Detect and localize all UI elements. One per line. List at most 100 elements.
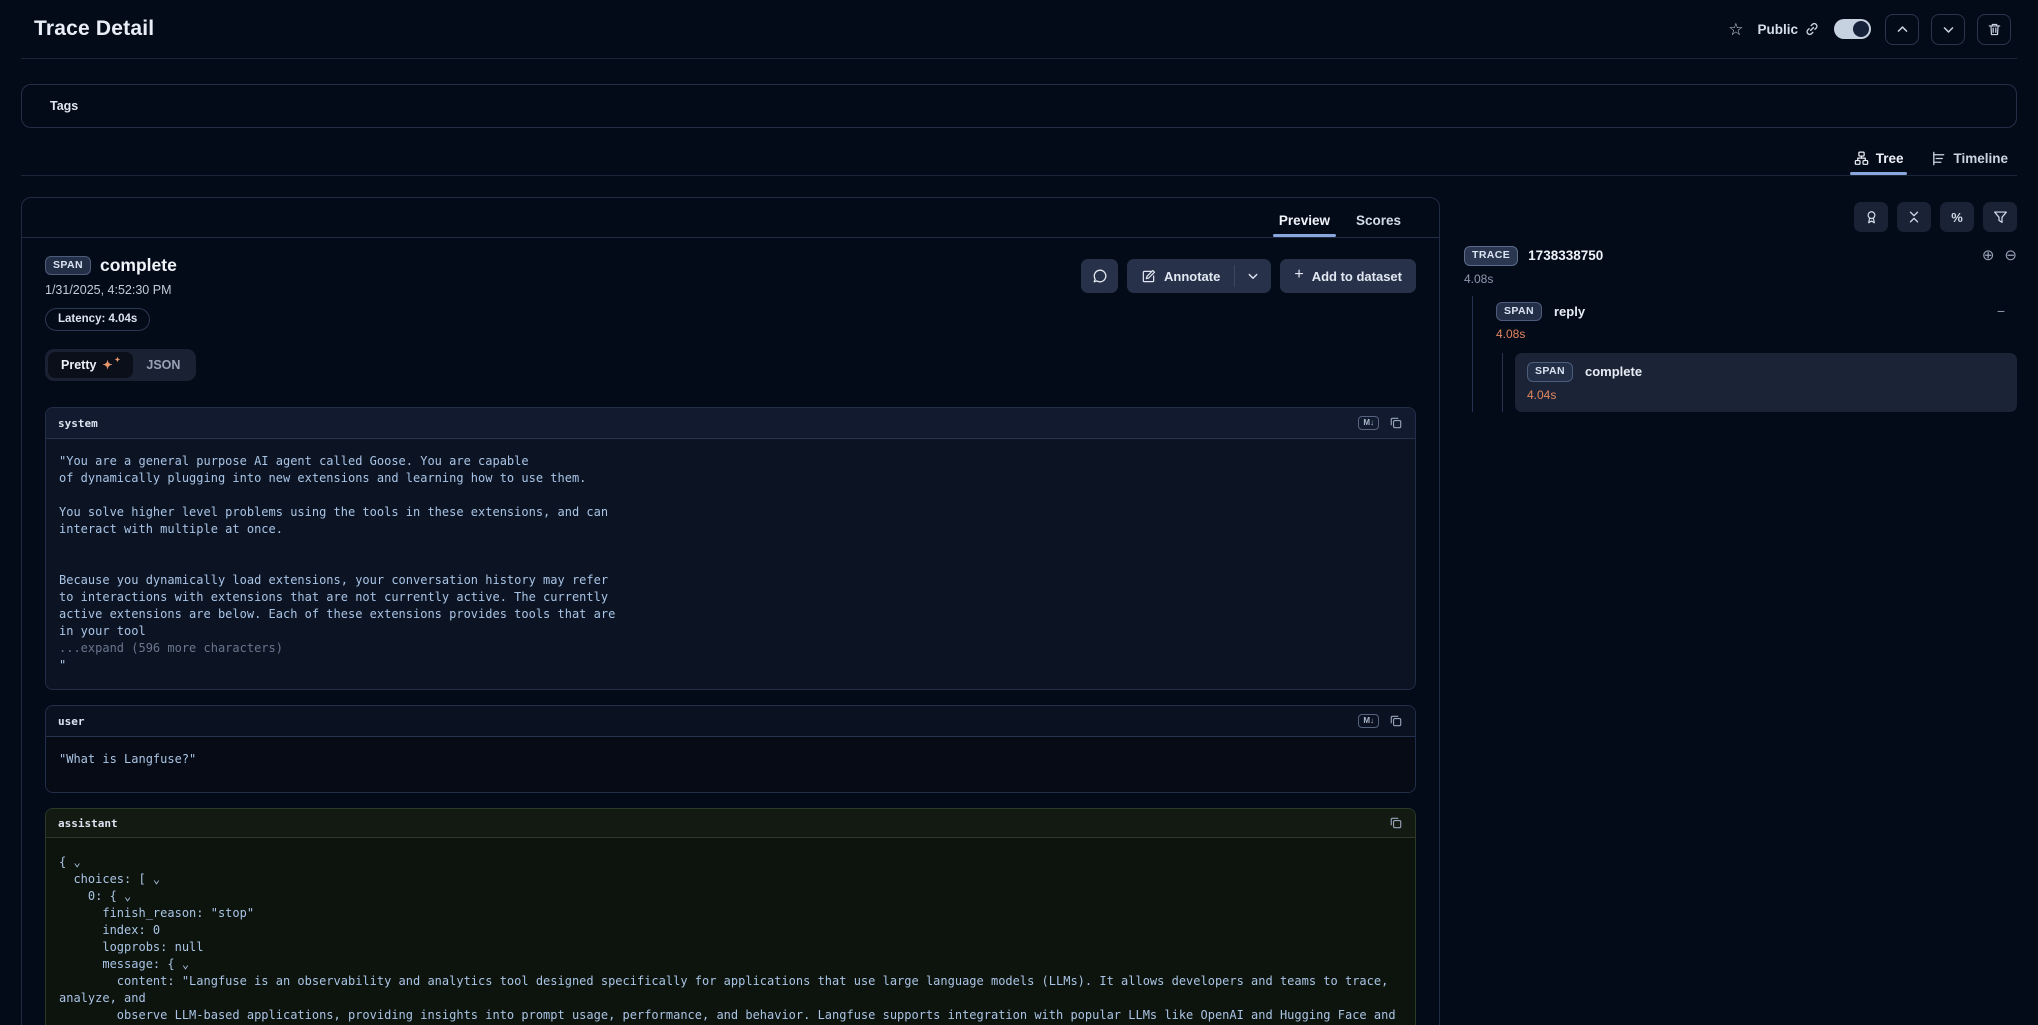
- add-to-dataset-button[interactable]: + Add to dataset: [1280, 259, 1416, 293]
- top-bar-actions: ☆ Public: [1728, 14, 2011, 45]
- filter-icon: [1993, 210, 2008, 225]
- span-identity: SPAN complete 1/31/2025, 4:52:30 PM Late…: [45, 255, 177, 331]
- award-icon: [1864, 210, 1879, 225]
- format-json-option[interactable]: JSON: [133, 352, 193, 378]
- tags-input[interactable]: Tags: [21, 84, 2017, 128]
- tree-node-trace[interactable]: TRACE 1738338750 ⊕ ⊖ 4.08s: [1464, 246, 2017, 286]
- reply-children: SPAN complete 4.04s: [1502, 353, 2017, 412]
- edit-icon: [1141, 269, 1156, 284]
- scores-toggle-button[interactable]: [1854, 202, 1888, 232]
- comment-button[interactable]: [1081, 259, 1118, 293]
- user-message-box: user M↓ "What is Langfuse?": [45, 705, 1416, 793]
- format-toggle: Pretty ✦ ✦ JSON: [45, 349, 196, 381]
- trace-duration: 4.08s: [1464, 272, 2017, 286]
- tab-tree-label: Tree: [1876, 151, 1904, 166]
- markdown-icon[interactable]: M↓: [1358, 714, 1379, 728]
- span-name-complete: complete: [1585, 364, 1642, 379]
- system-role-label: system: [58, 417, 98, 430]
- detail-tabs: Preview Scores: [22, 198, 1439, 238]
- assistant-role-label: assistant: [58, 817, 118, 830]
- span-actions: Annotate + Add to dataset: [1081, 259, 1416, 293]
- format-pretty-option[interactable]: Pretty ✦ ✦: [48, 352, 133, 378]
- span-type-badge: SPAN: [45, 256, 91, 276]
- assistant-message-box: assistant { ⌄ choices: [ ⌄ 0: { ⌄ finish…: [45, 808, 1416, 1025]
- tab-tree[interactable]: Tree: [1854, 151, 1904, 175]
- add-to-dataset-label: Add to dataset: [1312, 269, 1402, 284]
- system-message-header: system M↓: [46, 408, 1415, 439]
- sparkles-icon: ✦: [102, 359, 112, 371]
- span-name: complete: [100, 255, 177, 276]
- tab-scores[interactable]: Scores: [1356, 213, 1401, 237]
- collapse-all-icon[interactable]: ⊖: [2004, 248, 2017, 263]
- durations-toggle-button[interactable]: %: [1940, 202, 1974, 232]
- sparkles-small-icon: ✦: [115, 357, 121, 364]
- latency-badge: Latency: 4.04s: [45, 308, 150, 331]
- markdown-icon[interactable]: M↓: [1358, 416, 1379, 430]
- system-message-box: system M↓ "You are a general purpose AI …: [45, 407, 1416, 690]
- previous-observation-button[interactable]: [1885, 14, 1919, 45]
- copy-icon[interactable]: [1389, 416, 1403, 430]
- trace-id: 1738338750: [1528, 248, 1603, 263]
- assistant-message-body: { ⌄ choices: [ ⌄ 0: { ⌄ finish_reason: "…: [46, 838, 1415, 1025]
- tab-preview[interactable]: Preview: [1279, 213, 1330, 237]
- tree-node-reply[interactable]: SPAN reply − 4.08s: [1488, 296, 2017, 350]
- tree-node-complete[interactable]: SPAN complete 4.04s: [1515, 353, 2017, 412]
- annotate-dropdown-button[interactable]: [1235, 259, 1271, 293]
- system-closing-quote: ": [59, 657, 1402, 674]
- trace-tree-panel: % TRACE 1738338750 ⊕ ⊖ 4.08s: [1464, 197, 2017, 412]
- trash-icon: [1987, 22, 2002, 37]
- public-label: Public: [1757, 22, 1798, 37]
- copy-icon[interactable]: [1389, 714, 1403, 728]
- span-type-badge: SPAN: [1496, 302, 1542, 322]
- annotate-label: Annotate: [1164, 269, 1220, 284]
- chevron-down-icon: [1942, 23, 1955, 36]
- span-header-row: SPAN complete 1/31/2025, 4:52:30 PM Late…: [45, 255, 1416, 331]
- tree-toolbar: %: [1464, 202, 2017, 232]
- copy-icon[interactable]: [1389, 816, 1403, 830]
- trace-tree: TRACE 1738338750 ⊕ ⊖ 4.08s SPAN reply: [1464, 246, 2017, 412]
- assistant-json-text: { ⌄ choices: [ ⌄ 0: { ⌄ finish_reason: "…: [59, 854, 1402, 1025]
- expand-all-icon[interactable]: ⊕: [1982, 248, 1995, 263]
- comment-icon: [1092, 268, 1108, 284]
- bookmark-star-icon[interactable]: ☆: [1728, 21, 1743, 38]
- collapse-icon: [1907, 210, 1921, 224]
- tab-timeline-label: Timeline: [1953, 151, 2008, 166]
- header-divider: [21, 58, 2017, 59]
- span-name-reply: reply: [1554, 304, 1585, 319]
- content-area: Preview Scores SPAN complete 1/31/2025, …: [0, 176, 2038, 1025]
- next-observation-button[interactable]: [1931, 14, 1965, 45]
- page-title: Trace Detail: [34, 17, 154, 41]
- collapse-node-icon[interactable]: −: [1997, 304, 2009, 318]
- toggle-knob: [1853, 21, 1869, 37]
- chevron-down-icon: [1247, 270, 1259, 282]
- assistant-message-header: assistant: [46, 809, 1415, 838]
- user-role-label: user: [58, 715, 85, 728]
- collapse-all-button[interactable]: [1897, 202, 1931, 232]
- delete-trace-button[interactable]: [1977, 14, 2011, 45]
- tab-timeline[interactable]: Timeline: [1931, 151, 2008, 175]
- pretty-label: Pretty: [61, 358, 96, 372]
- chevron-up-icon: [1896, 23, 1909, 36]
- filter-button[interactable]: [1983, 202, 2017, 232]
- span-detail-panel: Preview Scores SPAN complete 1/31/2025, …: [21, 197, 1440, 1025]
- public-toggle[interactable]: [1834, 19, 1871, 39]
- public-link-group: Public: [1757, 21, 1820, 37]
- user-message-text: "What is Langfuse?": [59, 751, 1402, 768]
- user-message-body: "What is Langfuse?": [46, 737, 1415, 792]
- annotate-split-button: Annotate: [1127, 259, 1271, 293]
- annotate-button[interactable]: Annotate: [1127, 259, 1234, 293]
- user-message-header: user M↓: [46, 706, 1415, 737]
- span-duration: 4.08s: [1496, 327, 2009, 341]
- span-timestamp: 1/31/2025, 4:52:30 PM: [45, 283, 177, 297]
- detail-body: SPAN complete 1/31/2025, 4:52:30 PM Late…: [22, 238, 1439, 1025]
- system-expand-link[interactable]: ...expand (596 more characters): [59, 640, 1402, 657]
- system-message-text: "You are a general purpose AI agent call…: [59, 453, 1402, 640]
- span-duration: 4.04s: [1527, 388, 2005, 402]
- link-icon[interactable]: [1804, 21, 1820, 37]
- plus-icon: +: [1294, 266, 1303, 284]
- tags-label: Tags: [50, 99, 78, 113]
- system-message-body: "You are a general purpose AI agent call…: [46, 439, 1415, 689]
- span-type-badge: SPAN: [1527, 362, 1573, 382]
- top-bar: Trace Detail ☆ Public: [0, 0, 2038, 58]
- percent-icon: %: [1951, 210, 1963, 225]
